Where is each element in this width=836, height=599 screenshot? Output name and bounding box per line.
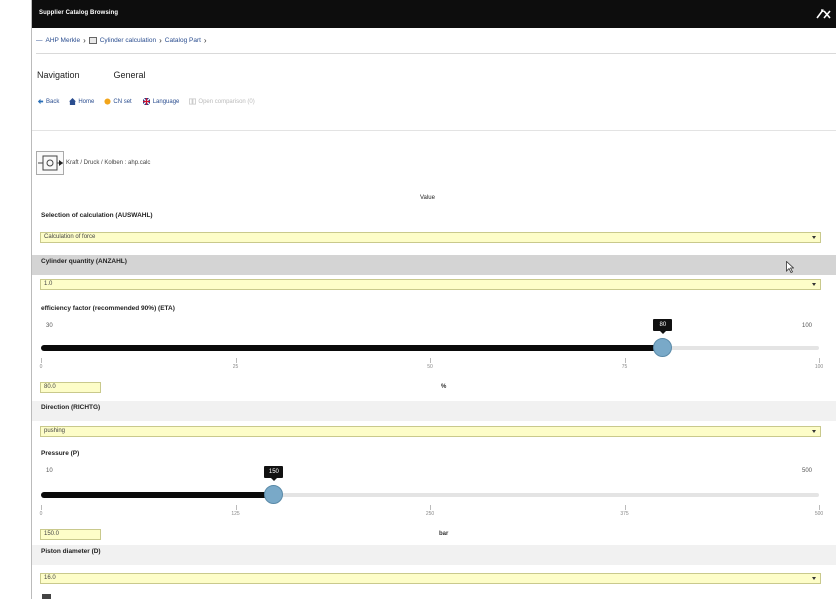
selection-label: Selection of calculation (AUSWAHL) <box>41 212 153 219</box>
cn-set-icon <box>104 98 111 105</box>
scale-tick <box>819 505 820 510</box>
language-button[interactable]: Language <box>142 98 180 105</box>
slider-fill <box>41 345 664 351</box>
breadcrumb-item-ahp[interactable]: AHP Merkle <box>46 37 81 44</box>
eta-scale: 0 25 50 75 100 <box>39 358 823 372</box>
part-path-text: Kraft / Druck / Kolben : ahp.calc <box>66 160 151 166</box>
pressure-max: 500 <box>802 468 813 474</box>
pressure-unit: bar <box>439 531 449 537</box>
pressure-scale: 0 125 250 375 500 <box>39 505 823 519</box>
caret-down-icon <box>812 577 816 580</box>
scale-tick-label: 375 <box>620 511 629 517</box>
back-label: Back <box>46 98 60 105</box>
eta-unit: % <box>441 384 447 390</box>
home-dots-icon: — <box>36 37 43 44</box>
selection-value: Calculation of force <box>44 234 96 240</box>
open-comparison-label: Open comparison (0) <box>198 98 255 105</box>
quantity-value: 1.0 <box>44 281 53 287</box>
scale-tick-label: 250 <box>425 511 435 517</box>
eta-min: 30 <box>46 323 53 329</box>
chevron-right-icon: › <box>159 36 162 45</box>
pressure-input[interactable]: 150.0 <box>40 529 101 540</box>
selection-dropdown[interactable]: Calculation of force <box>40 232 821 243</box>
slider-fill <box>41 492 275 498</box>
folder-icon <box>88 37 97 44</box>
home-button[interactable]: Home <box>69 98 94 105</box>
cylinder-symbol-icon <box>38 155 63 171</box>
divider <box>32 130 836 131</box>
scale-tick <box>41 358 42 363</box>
divider <box>36 53 836 54</box>
mouse-cursor-icon <box>786 261 794 273</box>
scale-tick <box>41 505 42 510</box>
scale-tick-label: 0 <box>39 511 43 517</box>
toolbar: Back Home CN set Language Open compariso… <box>37 98 255 105</box>
eta-label: efficiency factor (recommended 90%) (ETA… <box>41 305 175 312</box>
scale-tick-label: 50 <box>427 364 433 370</box>
diameter-dropdown[interactable]: 16.0 <box>40 573 821 584</box>
slider-value-bubble: 150 <box>264 466 284 481</box>
scale-tick <box>235 505 237 510</box>
scale-tick <box>624 358 626 363</box>
slider-handle[interactable] <box>653 338 673 357</box>
maximize-close-icon[interactable] <box>815 6 831 22</box>
diameter-label: Piston diameter (D) <box>32 545 836 565</box>
scale-tick-label: 25 <box>232 364 239 370</box>
direction-value: pushing <box>44 428 66 434</box>
scale-tick-label: 0 <box>39 364 43 370</box>
scale-tick-label: 500 <box>814 511 824 517</box>
part-thumbnail[interactable] <box>36 151 64 175</box>
arrow-left-icon <box>37 98 44 105</box>
caret-down-icon <box>812 283 816 286</box>
caret-down-icon <box>812 430 816 433</box>
breadcrumb-item-cylinder[interactable]: Cylinder calculation <box>100 37 156 44</box>
back-button[interactable]: Back <box>37 98 59 105</box>
eta-slider[interactable]: 80 <box>41 319 819 357</box>
uk-flag-icon <box>142 98 151 105</box>
scale-tick <box>430 505 431 510</box>
compare-icon <box>189 98 197 105</box>
tab-bar: Navigation General <box>37 70 146 80</box>
slider-value-bubble: 80 <box>653 319 673 334</box>
pressure-label: Pressure (P) <box>41 450 80 457</box>
slider-handle[interactable] <box>264 485 284 504</box>
breadcrumb-item-part[interactable]: Catalog Part <box>165 37 201 44</box>
pressure-min: 10 <box>46 468 53 474</box>
scale-tick <box>819 358 820 363</box>
scale-tick-label: 100 <box>814 364 824 370</box>
cn-set-button[interactable]: CN set <box>104 98 132 105</box>
scale-tick-label: 75 <box>621 364 628 370</box>
scale-tick-label: 125 <box>231 511 240 517</box>
window-title: Supplier Catalog Browsing <box>39 10 119 16</box>
eta-input[interactable]: 80.0 <box>40 382 101 393</box>
tab-general[interactable]: General <box>114 70 146 80</box>
home-label: Home <box>78 98 95 105</box>
scale-tick <box>430 358 431 363</box>
language-label: Language <box>152 98 180 105</box>
part-path: Kraft / Druck / Kolben : ahp.calc <box>36 151 150 175</box>
chevron-right-icon: › <box>203 36 207 45</box>
open-comparison-button[interactable]: Open comparison (0) <box>189 98 255 105</box>
direction-dropdown[interactable]: pushing <box>40 426 821 437</box>
direction-label: Direction (RICHTG) <box>32 401 836 421</box>
value-column-header: Value <box>420 195 435 201</box>
caret-down-icon <box>812 236 816 239</box>
catalog-window: Supplier Catalog Browsing — AHP Merkle ›… <box>31 0 836 599</box>
diameter-value: 16.0 <box>44 575 56 581</box>
title-bar: Supplier Catalog Browsing <box>32 0 836 28</box>
breadcrumb: — AHP Merkle › Cylinder calculation › Ca… <box>36 36 207 45</box>
eta-max: 100 <box>802 323 813 329</box>
quantity-label: Cylinder quantity (ANZAHL) <box>32 255 836 275</box>
tab-navigation[interactable]: Navigation <box>37 70 80 80</box>
cn-set-label: CN set <box>113 98 132 105</box>
scale-tick <box>235 358 237 363</box>
next-field-stub <box>42 594 51 599</box>
chevron-right-icon: › <box>83 36 86 45</box>
quantity-dropdown[interactable]: 1.0 <box>40 279 821 290</box>
pressure-slider[interactable]: 150 <box>41 466 819 504</box>
scale-tick <box>624 505 626 510</box>
home-icon <box>69 98 77 105</box>
